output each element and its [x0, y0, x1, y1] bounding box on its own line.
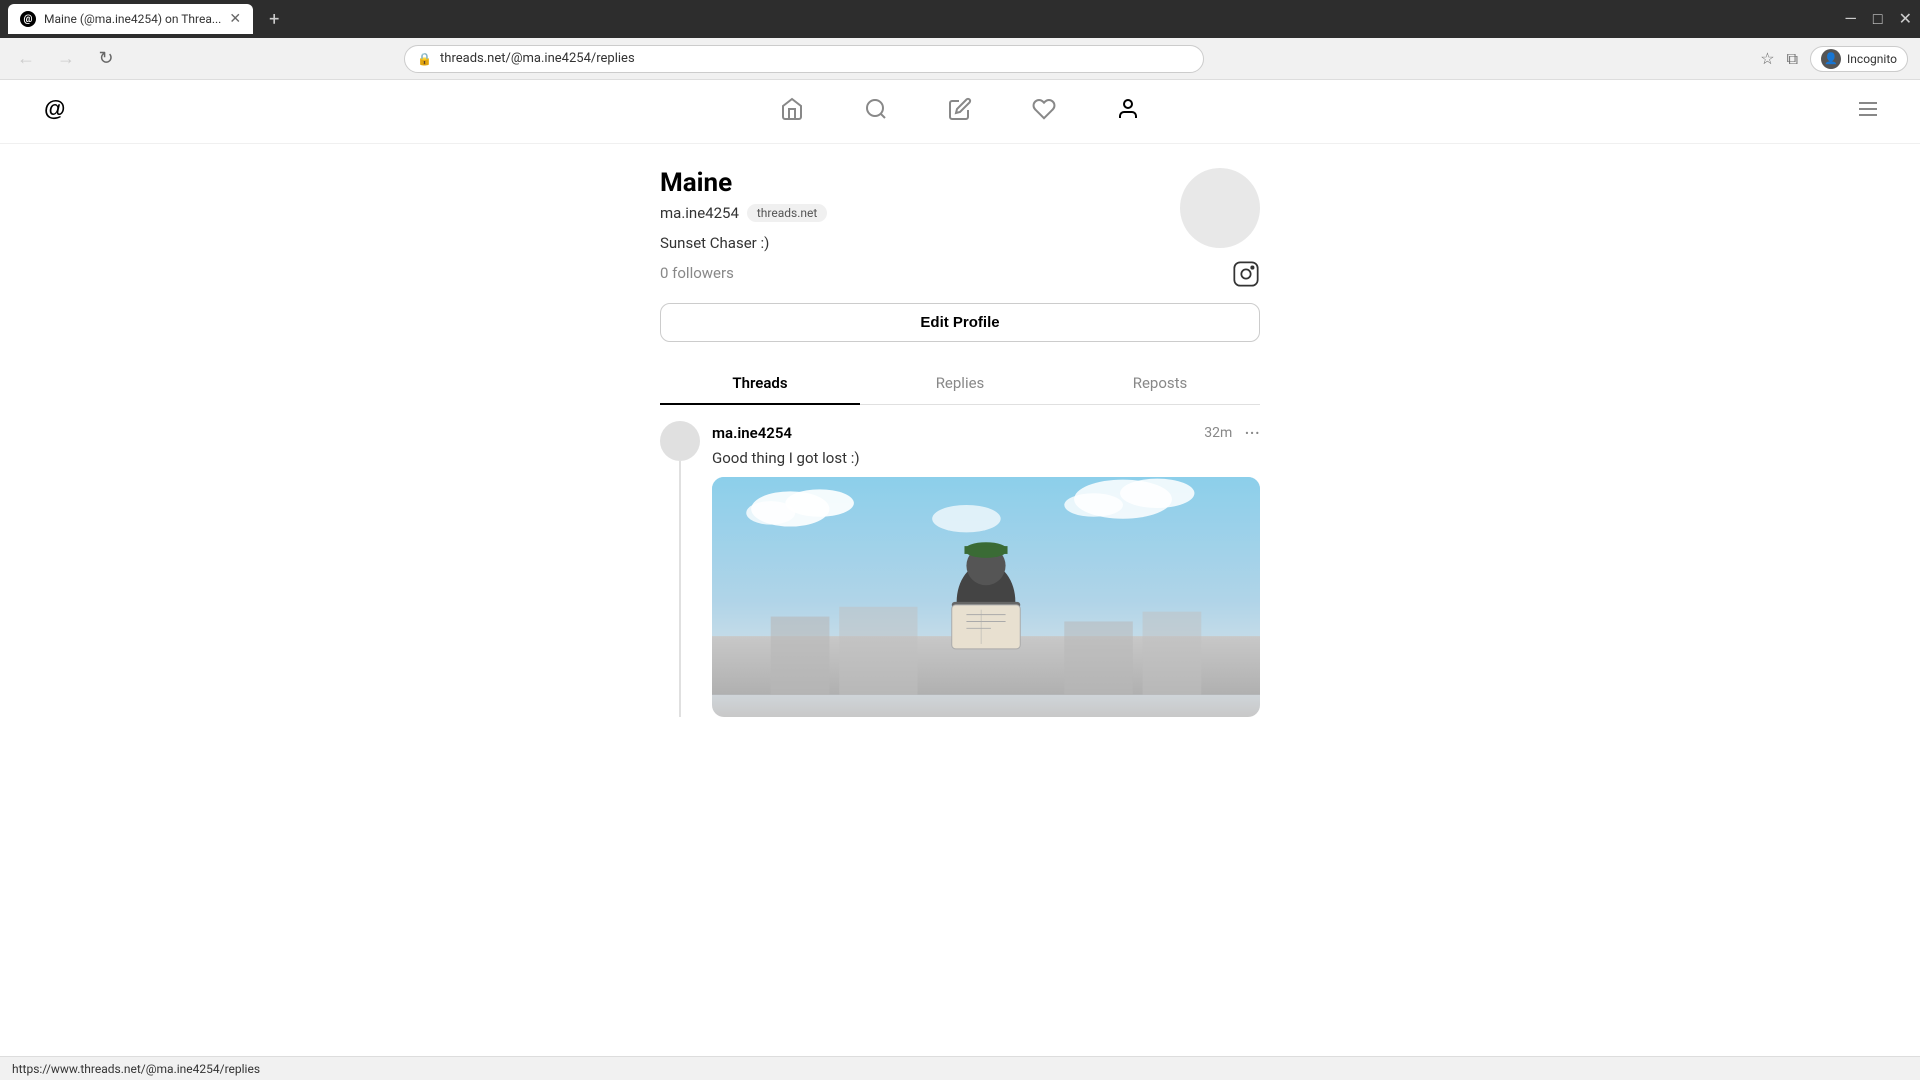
thread-line: [679, 461, 681, 717]
profile-info: Maine ma.ine4254 threads.net Sunset Chas…: [660, 168, 1180, 282]
followers-count: 0 followers: [660, 264, 1180, 282]
forward-button[interactable]: →: [52, 48, 80, 69]
app-content: @ Maine: [0, 80, 1920, 1080]
profile-handle: ma.ine4254: [660, 204, 739, 222]
tab-replies[interactable]: Replies: [860, 362, 1060, 404]
address-actions: ☆ ⧉ 👤 Incognito: [1760, 46, 1908, 72]
status-url: https://www.threads.net/@ma.ine4254/repl…: [12, 1062, 260, 1076]
maximize-button[interactable]: □: [1873, 9, 1883, 29]
compose-nav-icon[interactable]: [948, 97, 972, 127]
close-button[interactable]: ✕: [1899, 9, 1912, 29]
post-more-button[interactable]: ···: [1244, 421, 1260, 445]
profile-header: Maine ma.ine4254 threads.net Sunset Chas…: [660, 168, 1260, 295]
lock-icon: 🔒: [417, 52, 432, 66]
post-avatar: [660, 421, 700, 461]
post-time: 32m: [1204, 425, 1232, 441]
avatar: [1180, 168, 1260, 248]
thread-post: ma.ine4254 32m ··· Good thing I got lost…: [660, 405, 1260, 717]
incognito-label: Incognito: [1847, 52, 1897, 66]
threads-badge: threads.net: [747, 204, 827, 222]
top-nav: @: [0, 80, 1920, 144]
profile-handle-row: ma.ine4254 threads.net: [660, 204, 1180, 222]
post-meta: 32m ···: [1204, 421, 1260, 445]
incognito-icon: 👤: [1821, 49, 1841, 69]
search-nav-icon[interactable]: [864, 97, 888, 127]
status-bar: https://www.threads.net/@ma.ine4254/repl…: [0, 1056, 1920, 1080]
profile-bio: Sunset Chaser :): [660, 234, 1180, 252]
chrome-lens-icon[interactable]: ⧉: [1787, 49, 1798, 69]
instagram-button[interactable]: [1232, 260, 1260, 295]
minimize-button[interactable]: —: [1844, 9, 1857, 29]
post-image: [712, 477, 1260, 717]
post-username: ma.ine4254: [712, 424, 792, 442]
new-tab-button[interactable]: +: [261, 9, 287, 30]
nav-icons: [780, 97, 1140, 127]
home-nav-icon[interactable]: [780, 97, 804, 127]
incognito-badge: 👤 Incognito: [1810, 46, 1908, 72]
tab-threads[interactable]: Threads: [660, 362, 860, 404]
address-bar-row: ← → ↻ 🔒 threads.net/@ma.ine4254/replies …: [0, 38, 1920, 80]
bookmark-icon[interactable]: ☆: [1760, 49, 1774, 68]
address-text: threads.net/@ma.ine4254/replies: [440, 51, 1191, 66]
edit-profile-button[interactable]: Edit Profile: [660, 303, 1260, 342]
browser-chrome: @ Maine (@ma.ine4254) on Threa... ✕ + — …: [0, 0, 1920, 38]
heart-nav-icon[interactable]: [1032, 97, 1056, 127]
reload-button[interactable]: ↻: [92, 48, 120, 69]
address-bar[interactable]: 🔒 threads.net/@ma.ine4254/replies: [404, 45, 1204, 73]
back-button[interactable]: ←: [12, 48, 40, 69]
post-content: ma.ine4254 32m ··· Good thing I got lost…: [712, 421, 1260, 717]
tab-title: Maine (@ma.ine4254) on Threa...: [44, 12, 221, 26]
post-avatar-col: [660, 421, 700, 717]
threads-logo[interactable]: @: [40, 92, 72, 131]
window-controls: — □ ✕: [1844, 9, 1912, 29]
svg-text:@: @: [44, 96, 65, 121]
hamburger-icon[interactable]: [1856, 97, 1880, 127]
profile-section: Maine ma.ine4254 threads.net Sunset Chas…: [640, 144, 1280, 717]
tab-favicon: @: [20, 11, 36, 27]
tabs-row: Threads Replies Reposts: [660, 362, 1260, 405]
post-header: ma.ine4254 32m ···: [712, 421, 1260, 445]
tab-close-button[interactable]: ✕: [229, 11, 241, 27]
profile-nav-icon[interactable]: [1116, 97, 1140, 127]
profile-name: Maine: [660, 168, 1180, 198]
tab-reposts[interactable]: Reposts: [1060, 362, 1260, 404]
post-text: Good thing I got lost :): [712, 449, 1260, 467]
browser-tab[interactable]: @ Maine (@ma.ine4254) on Threa... ✕: [8, 4, 253, 34]
post-image-figure: [712, 477, 1260, 717]
